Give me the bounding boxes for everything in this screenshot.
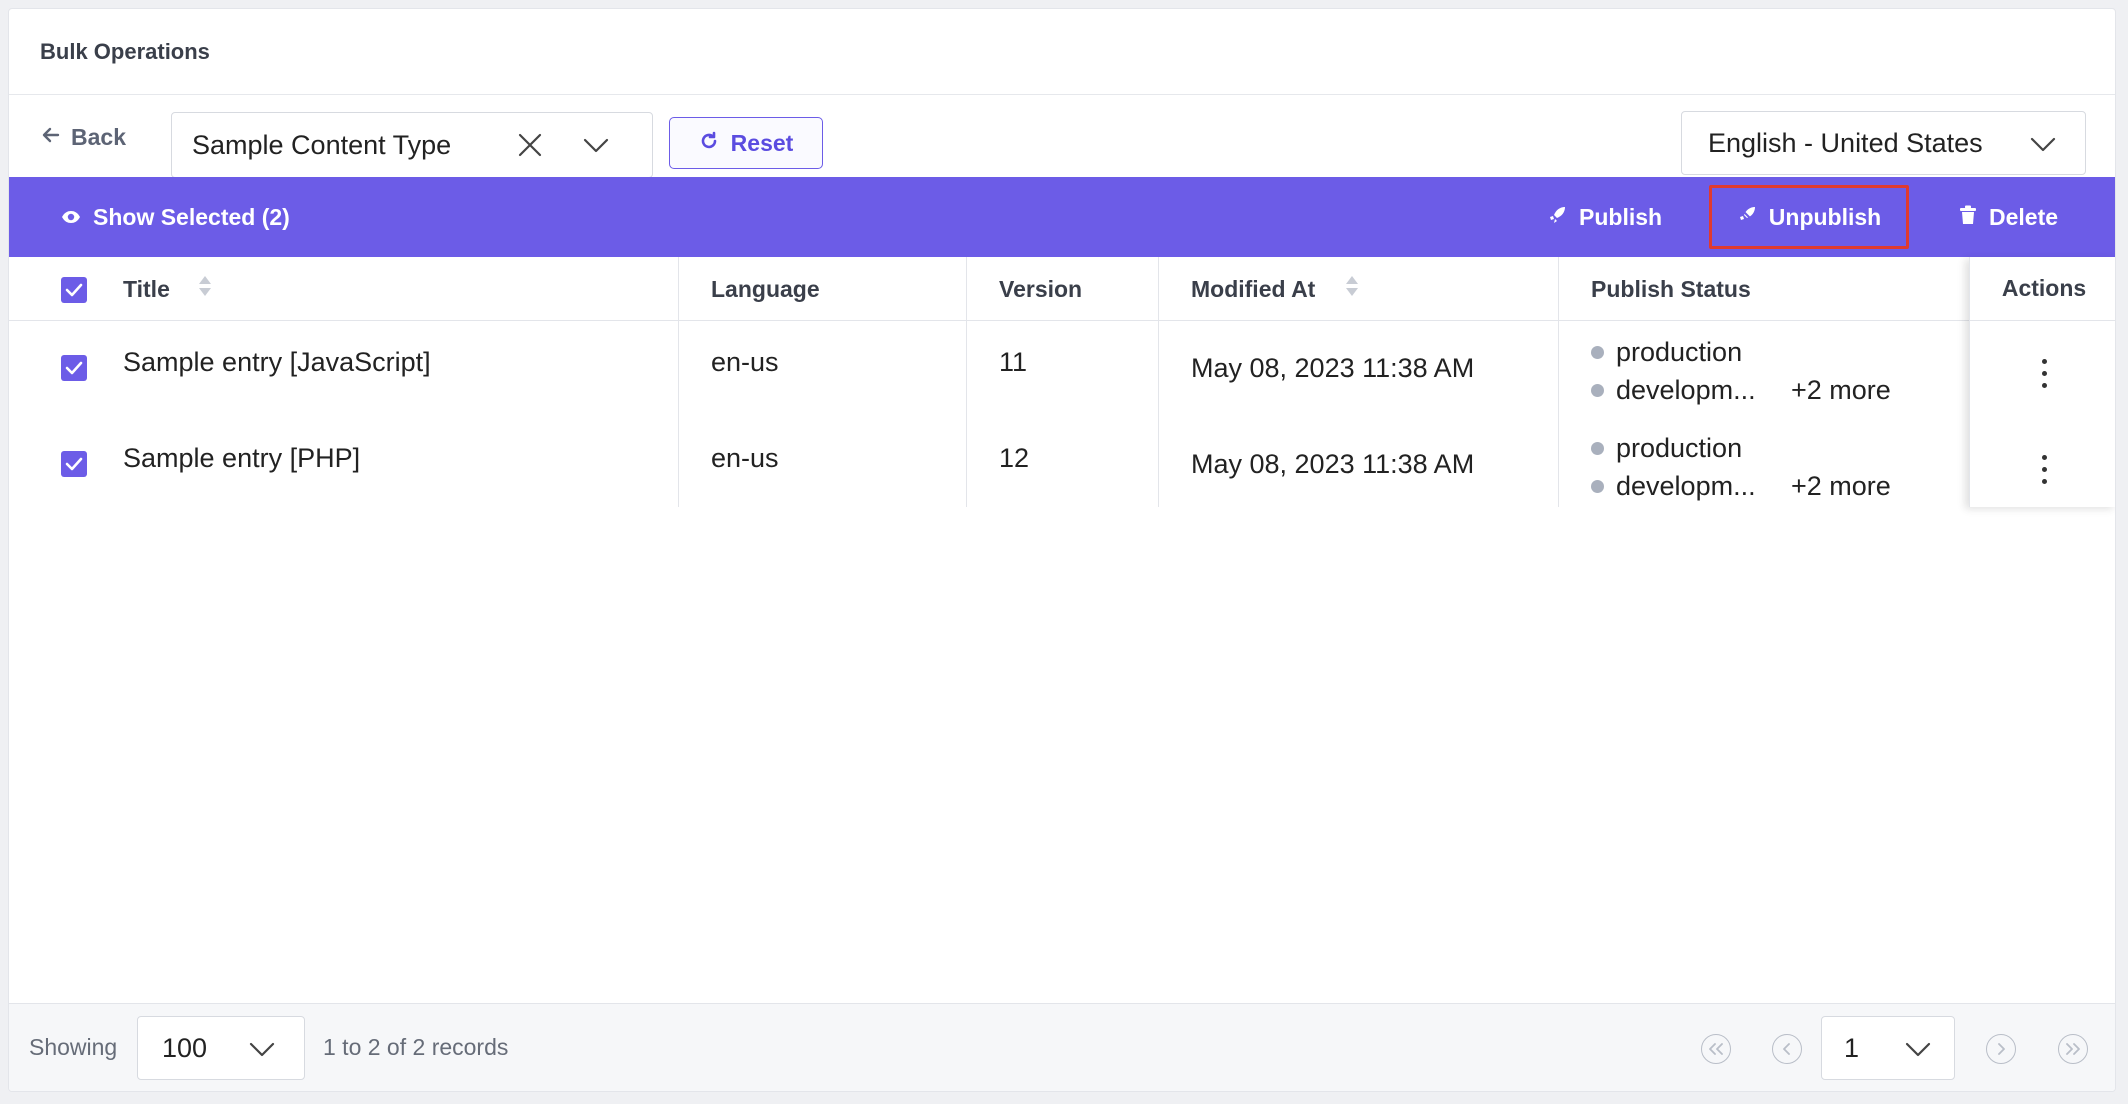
back-label: Back [71,123,126,150]
entry-language: en-us [711,443,779,473]
actions-column: Actions [1969,257,2115,507]
entry-title[interactable]: Sample entry [PHP] [123,443,360,474]
entries-table: Title Language Version Modified At Publi… [9,257,2115,507]
records-count: 1 to 2 of 2 records [323,1034,509,1060]
status-dot [1591,346,1604,359]
first-page-icon[interactable] [1701,1034,1731,1064]
delete-label: Delete [1989,203,2059,230]
header-bar: Bulk Operations [9,9,2115,95]
more-status-link[interactable]: +2 more [1791,375,1891,406]
next-page-icon[interactable] [1986,1034,2016,1064]
page-number-value: 1 [1844,1032,1860,1063]
eye-icon [61,204,81,231]
unpublish-button[interactable]: Unpublish [1709,185,1909,249]
status-dot [1591,442,1604,455]
column-header-version: Version [999,275,1083,302]
chevron-down-icon [2029,132,2057,163]
entry-version: 11 [999,347,1028,377]
status-dot [1591,480,1604,493]
column-header-title[interactable]: Title [123,257,212,321]
bulk-operations-panel: Bulk Operations Back Sample Content Type… [8,8,2116,1092]
bulk-action-bar: Show Selected (2) Publish Unpublish Dele… [9,177,2115,257]
page-number-select[interactable]: 1 [1821,1016,1955,1080]
entry-modified-at: May 08, 2023 11:38 AM [1191,353,1475,383]
status-item: production [1591,337,1742,368]
language-select[interactable]: English - United States [1681,111,2086,175]
page-size-select[interactable]: 100 [137,1016,305,1080]
language-value: English - United States [1708,127,1983,158]
reset-button[interactable]: Reset [669,117,823,169]
publish-button[interactable]: Publish [1547,177,1662,257]
column-header-actions: Actions [1970,257,2115,321]
status-item: production [1591,433,1742,464]
entry-modified-at: May 08, 2023 11:38 AM [1191,449,1475,479]
row-checkbox[interactable] [61,451,87,477]
clear-icon[interactable] [516,131,544,166]
reset-label: Reset [730,129,794,156]
back-button[interactable]: Back [41,117,126,157]
entry-language: en-us [711,347,779,377]
show-selected-button[interactable]: Show Selected (2) [61,177,290,257]
content-type-value: Sample Content Type [192,129,452,160]
sort-icon[interactable] [1345,275,1359,303]
publish-label: Publish [1579,203,1663,230]
delete-button[interactable]: Delete [1959,177,2058,257]
status-dot [1591,384,1604,397]
arrow-left-icon [41,124,61,151]
status-item: developm... [1591,471,1756,502]
previous-page-icon[interactable] [1772,1034,1802,1064]
showing-label: Showing [29,1034,118,1060]
chevron-down-icon [1904,1037,1932,1068]
table-row[interactable]: Sample entry [PHP] en-us 12 May 08, 2023… [9,417,2115,513]
status-item: developm... [1591,375,1756,406]
entry-title[interactable]: Sample entry [JavaScript] [123,347,431,378]
row-checkbox[interactable] [61,355,87,381]
table-row[interactable]: Sample entry [JavaScript] en-us 11 May 0… [9,321,2115,417]
refresh-icon [699,130,719,157]
toolbar: Back Sample Content Type Reset English -… [9,95,2115,178]
show-selected-label: Show Selected (2) [93,203,290,230]
page-title: Bulk Operations [40,38,210,64]
unpublish-icon [1737,204,1757,231]
content-type-select[interactable]: Sample Content Type [171,112,653,178]
last-page-icon[interactable] [2058,1034,2088,1064]
rocket-icon [1547,204,1567,231]
sort-icon[interactable] [198,275,212,303]
unpublish-label: Unpublish [1768,203,1882,230]
select-all-checkbox[interactable] [61,277,87,303]
chevron-down-icon[interactable] [582,133,610,164]
pagination-footer: Showing 100 1 to 2 of 2 records 1 [9,1003,2115,1091]
entry-version: 12 [999,443,1030,473]
column-header-language: Language [711,275,820,302]
row-actions-menu-icon[interactable] [2029,353,2059,393]
more-status-link[interactable]: +2 more [1791,471,1891,502]
row-actions-menu-icon[interactable] [2029,449,2059,489]
trash-icon [1959,204,1977,231]
chevron-down-icon [248,1037,276,1068]
page-size-value: 100 [162,1032,208,1063]
column-header-modified-at[interactable]: Modified At [1191,257,1359,321]
column-header-publish-status: Publish Status [1591,275,1751,302]
table-header: Title Language Version Modified At Publi… [9,257,2115,321]
